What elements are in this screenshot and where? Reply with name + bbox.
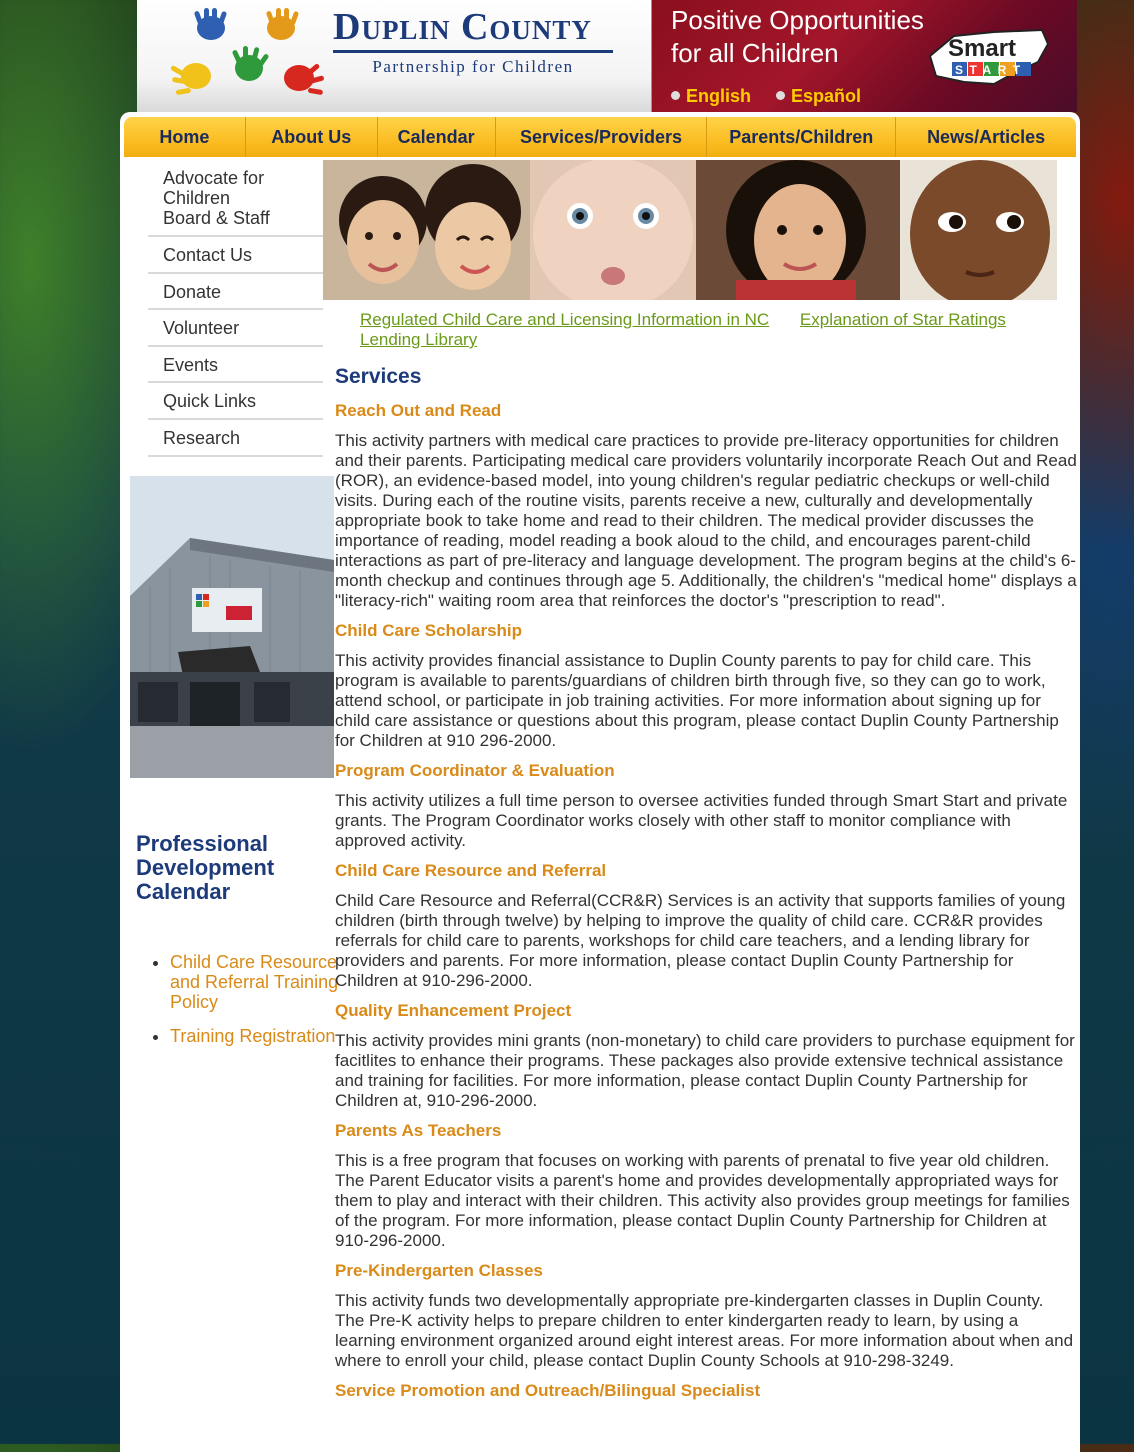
section-body: This activity provides mini grants (non-… [335, 1031, 1075, 1110]
smart-start-logo-icon[interactable]: Smart START [924, 26, 1054, 88]
nav-parents-children[interactable]: Parents/Children [707, 117, 897, 157]
nav-news-articles[interactable]: News/Articles [896, 117, 1076, 157]
pd-calendar-list: Child Care Resource and Referral Trainin… [144, 952, 340, 1060]
site-header: Duplin County Partnership for Children P… [137, 0, 1077, 112]
photo-girl [696, 160, 900, 300]
header-banner: Positive Opportunities for all Children … [652, 0, 1077, 112]
section-heading: Parents As Teachers [335, 1121, 502, 1140]
sidebar-item-donate[interactable]: Donate [148, 274, 323, 310]
org-name-rule [333, 50, 613, 53]
sidebar-menu: Advocate for Children Board & Staff Cont… [128, 158, 330, 457]
language-selector: English Español [671, 86, 881, 107]
services-content: Services Reach Out and Read This activit… [335, 362, 1077, 1411]
tagline: Positive Opportunities for all Children [671, 4, 924, 70]
link-lending-library[interactable]: Lending Library [360, 330, 477, 349]
sidebar-item-advocate[interactable]: Advocate for Children [148, 158, 323, 208]
tagline-line2: for all Children [671, 38, 839, 68]
nav-about-us[interactable]: About Us [246, 117, 378, 157]
lang-spanish-label: Español [791, 86, 862, 106]
org-name-subtitle: Partnership for Children [372, 57, 574, 76]
section-body: Child Care Resource and Referral(CCR&R) … [335, 891, 1066, 990]
sidebar-item-research[interactable]: Research [148, 420, 323, 457]
list-item: Training Registration [170, 1026, 340, 1046]
painted-hands-logo-icon [171, 8, 324, 95]
radio-dot-icon [776, 91, 786, 100]
lang-english-label: English [686, 86, 752, 106]
nav-home[interactable]: Home [124, 117, 246, 157]
nav-calendar[interactable]: Calendar [378, 117, 496, 157]
main-nav: Home About Us Calendar Services/Provider… [124, 117, 1076, 157]
section-heading: Pre-Kindergarten Classes [335, 1261, 543, 1280]
tagline-line1: Positive Opportunities [671, 5, 924, 35]
resource-links: Regulated Child Care and Licensing Infor… [360, 310, 1080, 350]
link-regulated-child-care[interactable]: Regulated Child Care and Licensing Infor… [360, 310, 769, 329]
page-title: Services [335, 365, 422, 388]
lang-spanish-link[interactable]: Español [776, 86, 861, 106]
org-name: Duplin County Partnership for Children [333, 8, 623, 77]
pd-link-ccrr-training-policy[interactable]: Child Care Resource and Referral Trainin… [170, 952, 338, 1012]
section-heading: Quality Enhancement Project [335, 1001, 572, 1020]
pd-link-training-registration[interactable]: Training Registration [170, 1026, 335, 1046]
section-body: This activity partners with medical care… [335, 431, 1077, 610]
section-heading: Reach Out and Read [335, 401, 502, 420]
logo-area[interactable]: Duplin County Partnership for Children [137, 0, 652, 112]
photo-baby [530, 160, 696, 300]
list-item: Child Care Resource and Referral Trainin… [170, 952, 340, 1012]
sidebar-item-events[interactable]: Events [148, 347, 323, 383]
start-label: START [955, 63, 1027, 77]
section-heading: Service Promotion and Outreach/Bilingual… [335, 1381, 761, 1400]
sidebar-item-contact-us[interactable]: Contact Us [148, 237, 323, 274]
sidebar-item-volunteer[interactable]: Volunteer [148, 310, 323, 347]
section-body: This activity funds two developmentally … [335, 1291, 1074, 1370]
section-heading: Program Coordinator & Evaluation [335, 761, 615, 780]
nav-services-providers[interactable]: Services/Providers [496, 117, 708, 157]
section-heading: Child Care Resource and Referral [335, 861, 607, 880]
sidebar-item-board-staff[interactable]: Board & Staff [148, 208, 323, 237]
office-building-photo [130, 476, 334, 778]
radio-dot-icon [671, 91, 680, 100]
sidebar-item-quick-links[interactable]: Quick Links [148, 383, 323, 420]
photo-toddler [900, 160, 1057, 300]
children-photo-strip [323, 160, 1057, 300]
lang-english-link[interactable]: English [671, 86, 751, 106]
section-body: This activity provides financial assista… [335, 651, 1059, 750]
section-body: This activity utilizes a full time perso… [335, 791, 1068, 850]
main-panel: Home About Us Calendar Services/Provider… [120, 112, 1080, 1452]
section-heading: Child Care Scholarship [335, 621, 523, 640]
pd-calendar-title: Professional Development Calendar [136, 831, 275, 904]
smart-label: Smart [948, 35, 1016, 62]
photo-two-children [323, 160, 530, 300]
org-name-title: Duplin County [333, 6, 592, 48]
section-body: This is a free program that focuses on w… [335, 1151, 1070, 1250]
link-star-ratings[interactable]: Explanation of Star Ratings [800, 310, 1006, 329]
